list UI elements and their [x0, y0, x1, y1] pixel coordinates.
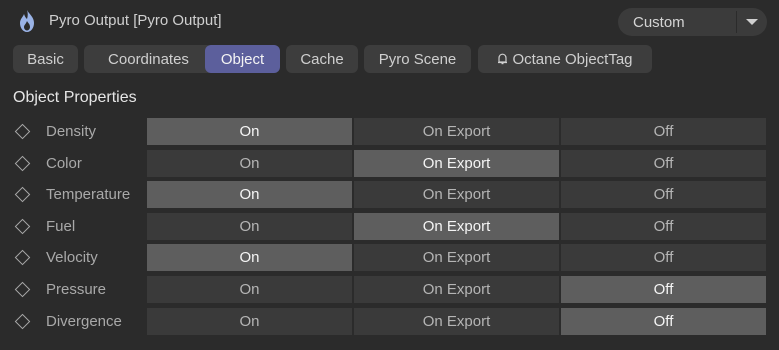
- option-on-button[interactable]: On: [147, 244, 352, 271]
- keyframe-diamond-icon[interactable]: [14, 123, 31, 140]
- option-off-button[interactable]: Off: [561, 213, 766, 240]
- tab-label: Pyro Scene: [378, 50, 457, 68]
- property-row-velocity: Velocity On On Export Off: [0, 244, 779, 271]
- property-row-density: Density On On Export Off: [0, 118, 779, 145]
- section-title: Object Properties: [13, 89, 137, 106]
- option-off-button[interactable]: Off: [561, 150, 766, 177]
- property-label: Density: [46, 123, 97, 140]
- bell-icon: [498, 53, 508, 65]
- option-off-button[interactable]: Off: [561, 118, 766, 145]
- option-on-export-button[interactable]: On Export: [354, 213, 559, 240]
- option-off-button[interactable]: Off: [561, 276, 766, 303]
- tab-basic[interactable]: Basic: [13, 45, 78, 73]
- tab-label: Cache: [300, 50, 344, 68]
- keyframe-diamond-icon[interactable]: [14, 281, 31, 298]
- tab-label: Object: [220, 50, 265, 68]
- tab-pyro-scene[interactable]: Pyro Scene: [364, 45, 471, 73]
- tab-object[interactable]: Object: [205, 45, 280, 73]
- option-on-export-button[interactable]: On Export: [354, 181, 559, 208]
- keyframe-diamond-icon[interactable]: [14, 186, 31, 203]
- property-label: Divergence: [46, 313, 122, 330]
- property-label: Velocity: [46, 249, 98, 266]
- tab-label: Basic: [27, 50, 64, 68]
- tab-label: Octane ObjectTag: [512, 50, 633, 68]
- option-off-button[interactable]: Off: [561, 181, 766, 208]
- property-label: Temperature: [46, 186, 131, 203]
- option-on-export-button[interactable]: On Export: [354, 118, 559, 145]
- tab-cache[interactable]: Cache: [286, 45, 358, 73]
- tab-label: Coordinates: [108, 50, 189, 68]
- property-row-temperature: Temperature On On Export Off: [0, 181, 779, 208]
- tab-coordinates[interactable]: Coordinates: [84, 45, 213, 73]
- preset-dropdown[interactable]: Custom: [618, 8, 767, 36]
- option-on-button[interactable]: On: [147, 276, 352, 303]
- panel-header: Pyro Output [Pyro Output] Custom: [0, 0, 779, 42]
- keyframe-diamond-icon[interactable]: [14, 218, 31, 235]
- property-row-color: Color On On Export Off: [0, 150, 779, 177]
- keyframe-diamond-icon[interactable]: [14, 249, 31, 266]
- option-on-button[interactable]: On: [147, 308, 352, 335]
- option-on-button[interactable]: On: [147, 150, 352, 177]
- option-on-export-button[interactable]: On Export: [354, 308, 559, 335]
- tab-octane-objecttag[interactable]: Octane ObjectTag: [478, 45, 652, 73]
- preset-dropdown-value: Custom: [633, 13, 685, 31]
- property-row-pressure: Pressure On On Export Off: [0, 276, 779, 303]
- option-on-button[interactable]: On: [147, 118, 352, 145]
- option-on-button[interactable]: On: [147, 181, 352, 208]
- property-label: Color: [46, 155, 82, 172]
- property-row-fuel: Fuel On On Export Off: [0, 213, 779, 240]
- property-label: Pressure: [46, 281, 107, 298]
- option-on-export-button[interactable]: On Export: [354, 244, 559, 271]
- chevron-down-icon[interactable]: [740, 10, 764, 34]
- property-label: Fuel: [46, 218, 76, 235]
- pyro-flame-icon: [20, 10, 34, 32]
- option-off-button[interactable]: Off: [561, 244, 766, 271]
- keyframe-diamond-icon[interactable]: [14, 313, 31, 330]
- option-on-button[interactable]: On: [147, 213, 352, 240]
- keyframe-diamond-icon[interactable]: [14, 155, 31, 172]
- option-off-button[interactable]: Off: [561, 308, 766, 335]
- option-on-export-button[interactable]: On Export: [354, 276, 559, 303]
- panel-title: Pyro Output [Pyro Output]: [49, 12, 222, 29]
- dropdown-divider: [736, 11, 737, 33]
- property-row-divergence: Divergence On On Export Off: [0, 308, 779, 335]
- option-on-export-button[interactable]: On Export: [354, 150, 559, 177]
